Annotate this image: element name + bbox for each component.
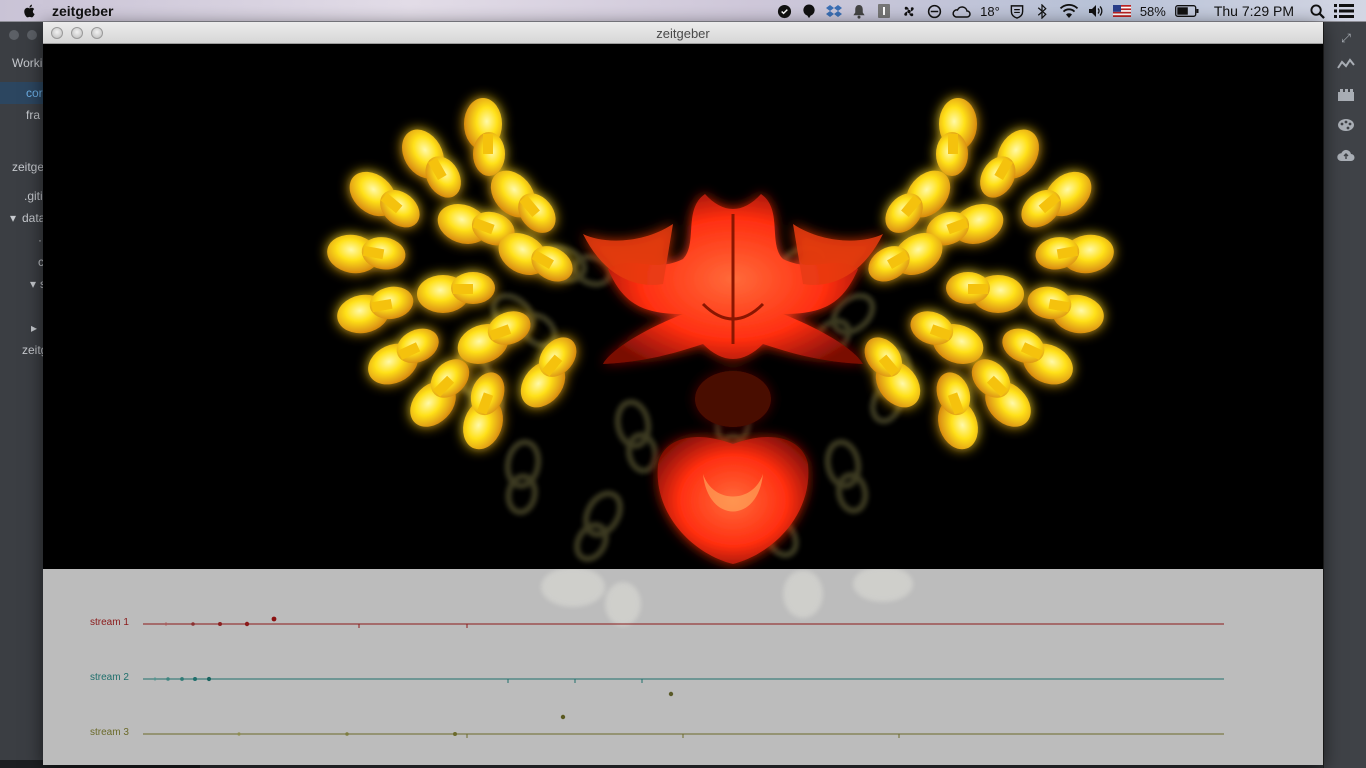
- left-wing: [324, 98, 591, 455]
- stream-event-dot: [193, 677, 197, 681]
- stream-event-dot: [237, 732, 241, 736]
- stream-event-dot: [180, 677, 184, 681]
- stream-event-dot: [191, 622, 195, 626]
- cloud-upload-icon[interactable]: [1337, 148, 1355, 162]
- stream-1-track: stream 1: [90, 616, 1224, 628]
- wifi-icon[interactable]: [1059, 3, 1079, 19]
- tree-folder-toggle[interactable]: ▾: [30, 277, 36, 291]
- stream-label: stream 3: [90, 727, 129, 738]
- temperature-readout[interactable]: 18°: [980, 4, 1000, 19]
- editor-minimize-button[interactable]: [27, 30, 37, 40]
- extensions-icon[interactable]: [1337, 88, 1355, 102]
- info-icon[interactable]: [876, 3, 892, 19]
- stream-event-dot: [560, 714, 566, 720]
- stream-3-track: stream 3: [90, 714, 1224, 738]
- streams-panel[interactable]: stream 1 stream 2 stream 3: [43, 569, 1323, 765]
- editor-sidebar: Worki cor fra zeitge .giti ▾ data · c ▾ …: [0, 22, 44, 768]
- zeitgeber-window: zeitgeber stream 1 stream 2 stream 3: [43, 22, 1323, 765]
- stream-event-dot: [206, 676, 212, 682]
- stream-label: stream 2: [90, 672, 129, 683]
- kaleidoscope-visual: [324, 98, 1117, 569]
- balloon-icon[interactable]: [801, 3, 817, 19]
- sync-icon[interactable]: [926, 3, 942, 19]
- expand-icon[interactable]: ⤢: [1337, 31, 1355, 45]
- bluetooth-icon[interactable]: [1034, 3, 1050, 19]
- volume-icon[interactable]: [1088, 3, 1104, 19]
- stream-event-dot: [668, 691, 674, 697]
- window-title: zeitgeber: [656, 26, 710, 41]
- stream-event-dot: [271, 616, 277, 622]
- menu-bar: zeitgeber 18° 58% Thu 7:29 PM: [0, 0, 1366, 22]
- stream-event-dot: [164, 622, 168, 626]
- stream-event-dot: [218, 622, 222, 626]
- working-file-item[interactable]: fra: [26, 108, 40, 122]
- speech-bubble-icon[interactable]: [776, 3, 792, 19]
- working-file-item[interactable]: cor: [26, 86, 43, 100]
- editor-toolbar-right: ⤢: [1323, 22, 1366, 768]
- tree-item[interactable]: zeitg: [22, 343, 44, 357]
- battery-percent[interactable]: 58%: [1140, 4, 1166, 19]
- streams-plot: stream 1 stream 2 stream 3: [90, 569, 1224, 738]
- list-icon[interactable]: [1334, 3, 1354, 19]
- clock[interactable]: Thu 7:29 PM: [1214, 3, 1294, 19]
- project-header[interactable]: zeitge: [12, 160, 44, 174]
- center-body: [583, 194, 883, 564]
- stream-event-dot: [453, 732, 457, 736]
- weather-icon[interactable]: [951, 3, 971, 19]
- stream-label: stream 1: [90, 617, 129, 628]
- app-menu-name[interactable]: zeitgeber: [52, 3, 113, 19]
- stream-event-dot: [153, 677, 157, 681]
- working-files-header: Worki: [12, 56, 43, 70]
- editor-close-button[interactable]: [9, 30, 19, 40]
- right-wing: [850, 98, 1117, 455]
- bell-icon[interactable]: [851, 3, 867, 19]
- us-flag-icon[interactable]: [1112, 3, 1131, 19]
- palette-icon[interactable]: [1337, 118, 1355, 132]
- window-titlebar[interactable]: zeitgeber: [43, 22, 1323, 44]
- search-icon[interactable]: [1309, 3, 1325, 19]
- tree-item[interactable]: .giti: [24, 189, 43, 203]
- dropbox-icon[interactable]: [826, 3, 843, 19]
- tree-folder-toggle[interactable]: ▸: [31, 321, 37, 335]
- battery-icon[interactable]: [1174, 3, 1199, 19]
- stream-event-dot: [345, 732, 349, 736]
- tree-item[interactable]: ·: [38, 233, 42, 247]
- apple-icon[interactable]: [20, 3, 40, 19]
- stream-event-dot: [244, 621, 250, 627]
- tree-item[interactable]: data: [22, 211, 44, 225]
- shield-icon[interactable]: [1009, 3, 1025, 19]
- tree-folder-toggle[interactable]: ▾: [10, 211, 16, 225]
- live-preview-icon[interactable]: [1337, 58, 1355, 72]
- fan-icon[interactable]: [901, 3, 917, 19]
- stream-event-dot: [166, 677, 170, 681]
- stream-2-track: stream 2: [90, 672, 1224, 697]
- visualization-canvas[interactable]: [43, 44, 1323, 569]
- status-area: 18° 58% Thu 7:29 PM: [776, 0, 1366, 22]
